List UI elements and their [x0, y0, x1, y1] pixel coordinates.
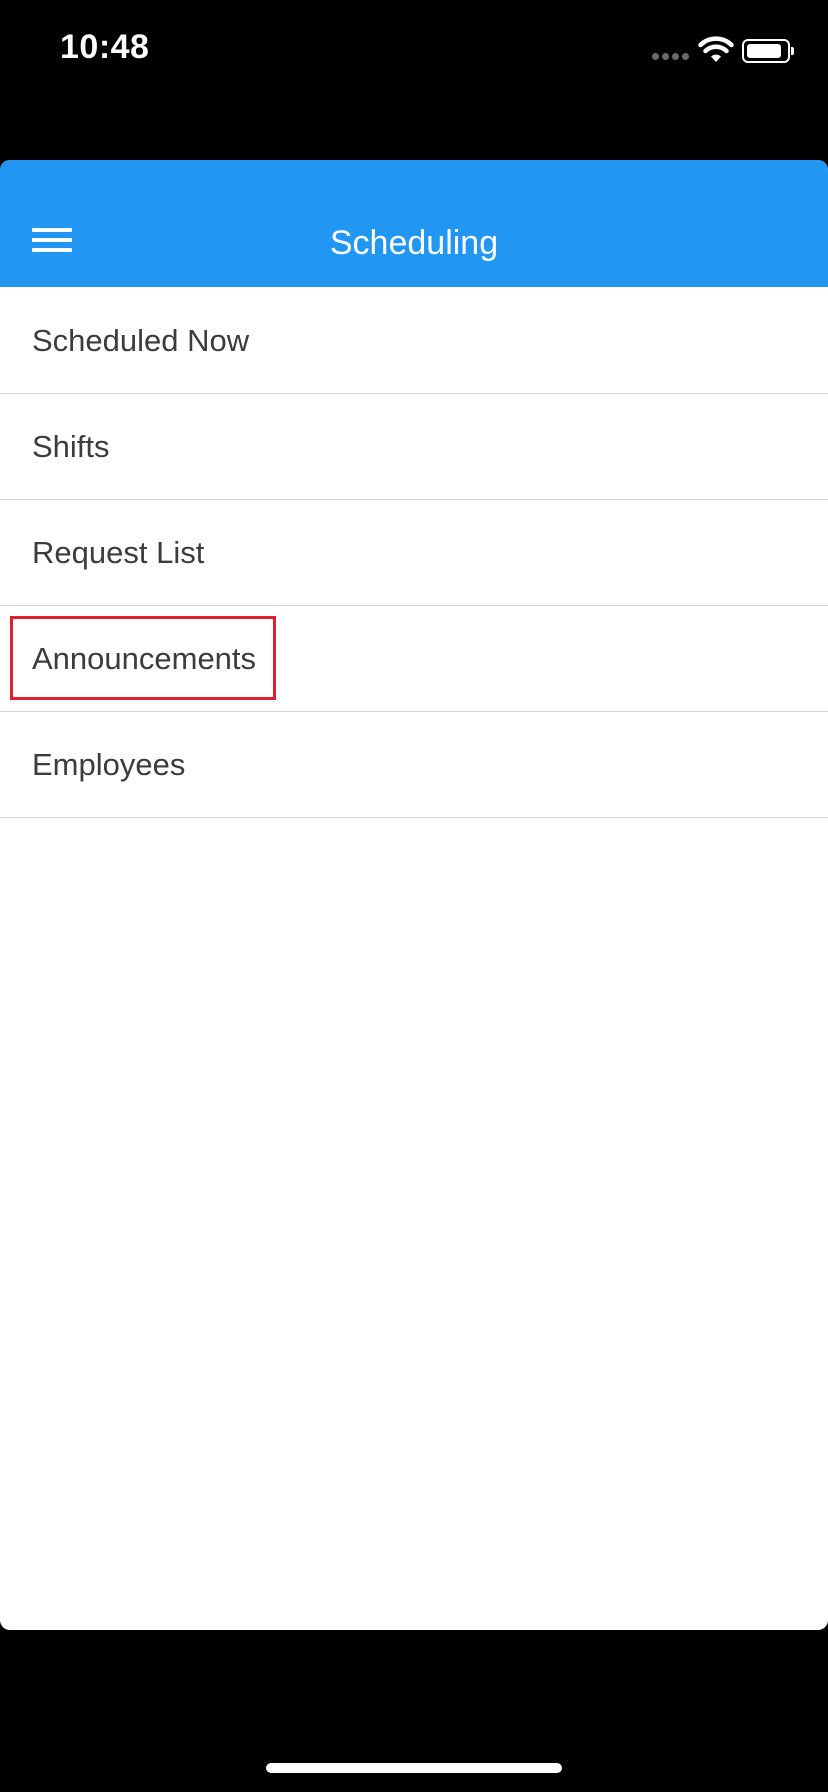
- app-card: Scheduling Scheduled Now Shifts Request …: [0, 160, 828, 1630]
- status-time: 10:48: [60, 28, 150, 66]
- wifi-icon: [698, 36, 734, 62]
- home-indicator[interactable]: [266, 1763, 562, 1773]
- phone-screen: 10:48 Scheduling Scheduled Now Shifts Re…: [0, 0, 828, 1792]
- status-bar: 10:48: [0, 0, 828, 100]
- list-item-label: Announcements: [9, 606, 277, 711]
- hamburger-menu-icon[interactable]: [24, 220, 80, 260]
- app-header: Scheduling: [0, 160, 828, 287]
- list-item-scheduled-now[interactable]: Scheduled Now: [0, 288, 828, 394]
- list-item-shifts[interactable]: Shifts: [0, 394, 828, 500]
- page-title-container: Scheduling: [0, 160, 828, 287]
- cellular-signal-icon: [652, 53, 690, 61]
- list-item-label: Scheduled Now: [32, 323, 250, 358]
- menu-list: Scheduled Now Shifts Request List Announ…: [0, 288, 828, 818]
- list-item-label: Request List: [32, 535, 205, 570]
- list-item-request-list[interactable]: Request List: [0, 500, 828, 606]
- list-item-employees[interactable]: Employees: [0, 712, 828, 818]
- list-item-label: Shifts: [32, 429, 110, 464]
- list-item-label: Employees: [32, 747, 186, 782]
- page-title: Scheduling: [329, 224, 499, 262]
- battery-icon: [742, 39, 794, 63]
- list-item-announcements[interactable]: Announcements: [0, 606, 828, 712]
